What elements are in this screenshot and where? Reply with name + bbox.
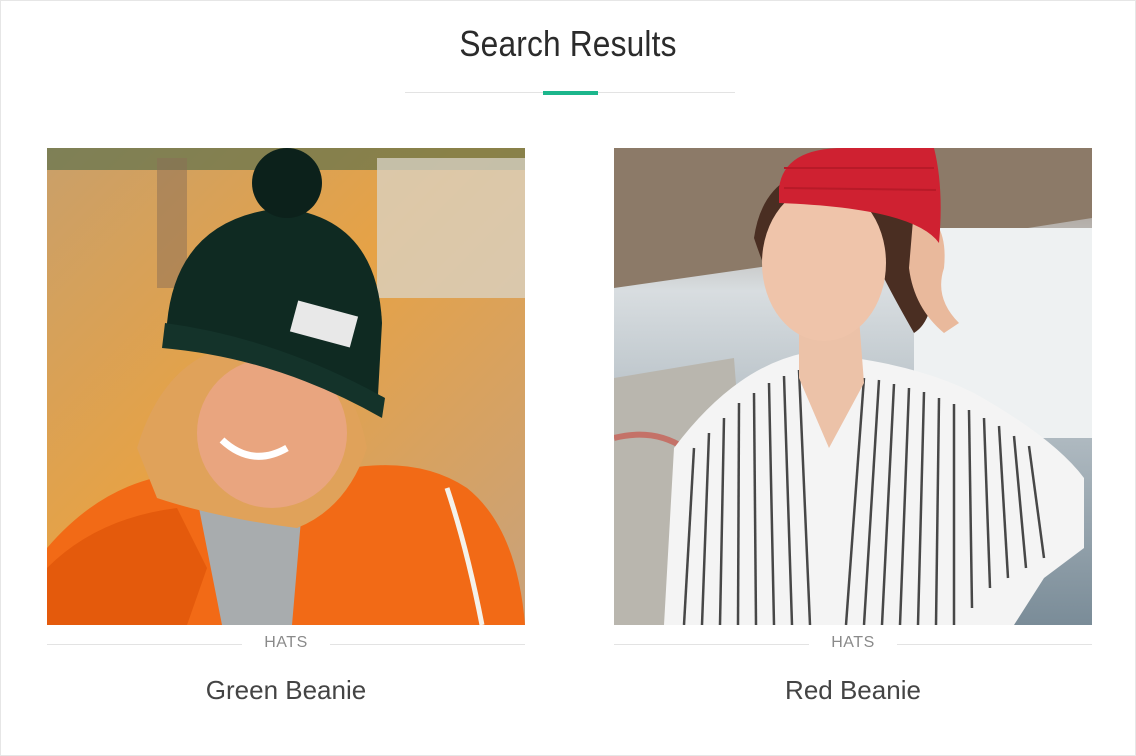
product-name[interactable]: Green Beanie xyxy=(47,675,525,706)
page-title: Search Results xyxy=(459,23,677,64)
product-image[interactable] xyxy=(614,148,1092,625)
product-name[interactable]: Red Beanie xyxy=(614,675,1092,706)
product-category[interactable]: HATS xyxy=(614,634,1092,652)
category-row: HATS xyxy=(614,627,1092,667)
category-divider xyxy=(897,644,1092,645)
category-divider xyxy=(330,644,525,645)
product-card[interactable]: HATS Green Beanie xyxy=(47,148,525,706)
product-category[interactable]: HATS xyxy=(47,634,525,652)
title-accent-bar xyxy=(543,91,598,95)
product-card[interactable]: HATS Red Beanie xyxy=(614,148,1092,706)
search-results-panel: Search Results HATS Green Beanie HATS Re… xyxy=(0,0,1136,756)
category-row: HATS xyxy=(47,627,525,667)
product-image[interactable] xyxy=(47,148,525,625)
